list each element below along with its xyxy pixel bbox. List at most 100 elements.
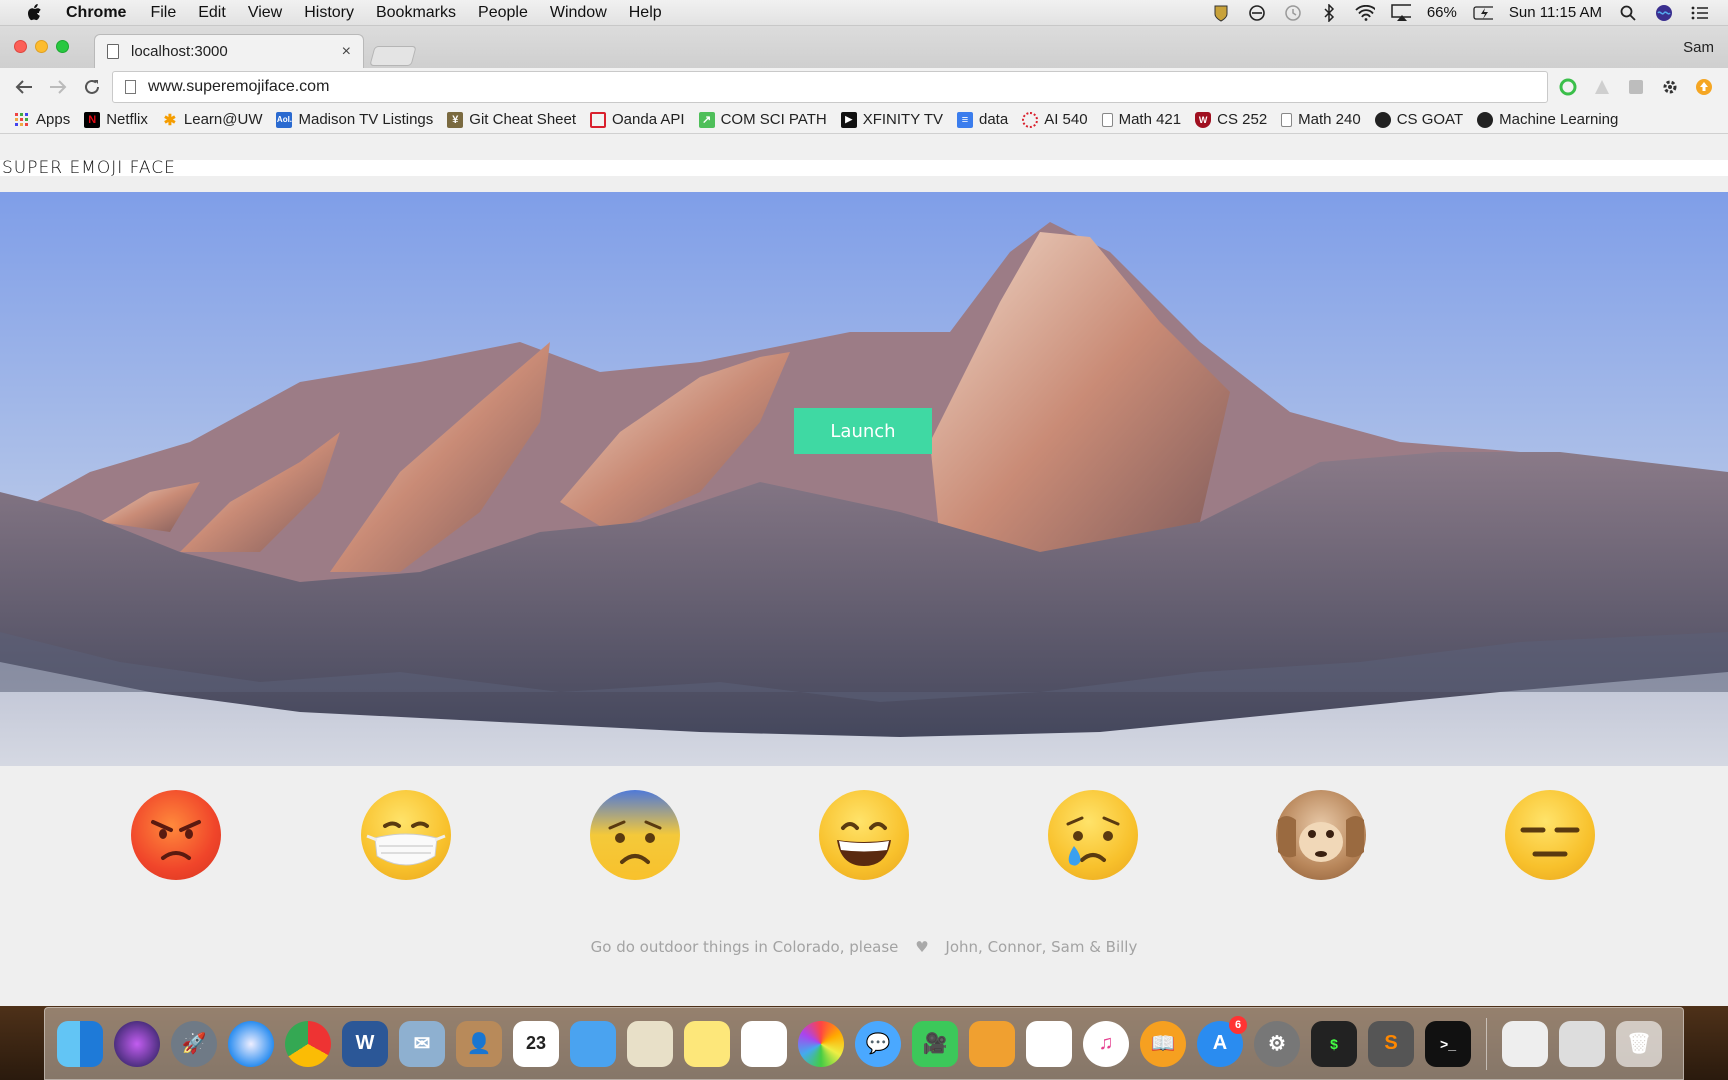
keynote-icon[interactable] (570, 1020, 616, 1067)
airplay-icon[interactable] (1391, 3, 1411, 22)
forward-arrow-icon[interactable] (44, 73, 72, 101)
calendar-icon[interactable]: 23 (513, 1020, 559, 1067)
facetime-icon[interactable]: 🎥 (912, 1020, 958, 1067)
address-bar[interactable]: www.superemojiface.com (112, 71, 1548, 103)
crying-face-icon[interactable] (1048, 790, 1138, 880)
bookmark-cs-goat[interactable]: CS GOAT (1374, 111, 1463, 128)
bookmark-label: Machine Learning (1499, 111, 1619, 128)
github-icon (1374, 111, 1391, 128)
angry-face-icon[interactable] (131, 790, 221, 880)
menu-bookmarks[interactable]: Bookmarks (376, 4, 456, 22)
bookmark-xfinity-tv[interactable]: ▶ XFINITY TV (840, 111, 943, 128)
app-store-badge: 6 (1229, 1015, 1247, 1034)
terminal-icon[interactable]: >_ (1425, 1020, 1471, 1067)
bookmark-label: Math 421 (1118, 111, 1182, 128)
app-store-icon[interactable]: A 6 (1197, 1015, 1247, 1067)
emoji-row (0, 790, 1728, 890)
expressionless-face-icon[interactable] (1505, 790, 1595, 880)
grinning-face-icon[interactable] (819, 790, 909, 880)
bookmark-label: Oanda API (612, 111, 685, 128)
siri-icon[interactable] (1654, 4, 1674, 22)
extension-gray-icon[interactable] (1590, 75, 1614, 99)
bookmark-oanda-api[interactable]: Oanda API (590, 111, 685, 128)
anxious-face-with-sweat-icon[interactable] (590, 790, 680, 880)
finder-icon[interactable] (57, 1020, 103, 1067)
terminal-green-icon[interactable]: $ (1311, 1020, 1357, 1067)
extension-puzzle-icon[interactable] (1624, 75, 1648, 99)
extension-green-icon[interactable] (1556, 75, 1580, 99)
battery-charging-icon[interactable] (1473, 4, 1493, 22)
tab-title: localhost:3000 (131, 43, 228, 60)
safari-icon[interactable] (228, 1020, 274, 1067)
numbers-icon[interactable] (1026, 1020, 1072, 1067)
contacts-icon[interactable]: 👤 (456, 1020, 502, 1067)
bookmark-madison-tv[interactable]: Aol. Madison TV Listings (276, 111, 433, 128)
siri-icon[interactable] (114, 1020, 160, 1067)
tab-close-icon[interactable]: × (342, 43, 351, 61)
launch-button[interactable]: Launch (794, 408, 932, 454)
trash-icon[interactable]: 🗑 (1616, 1020, 1662, 1067)
bookmark-math-240[interactable]: Math 240 (1281, 111, 1361, 128)
preview-icon[interactable] (627, 1020, 673, 1067)
menu-people[interactable]: People (478, 4, 528, 22)
do-not-disturb-icon[interactable] (1247, 4, 1267, 22)
system-preferences-icon[interactable]: ⚙ (1254, 1020, 1300, 1067)
tab-localhost[interactable]: localhost:3000 × (94, 34, 364, 68)
bluetooth-icon[interactable] (1319, 3, 1339, 22)
bookmark-ai-540[interactable]: AI 540 (1022, 111, 1088, 128)
close-window-button[interactable] (14, 40, 27, 53)
new-tab-button[interactable] (369, 46, 417, 66)
bookmark-data[interactable]: ≡ data (957, 111, 1008, 128)
menu-history[interactable]: History (304, 4, 354, 22)
zoom-window-button[interactable] (56, 40, 69, 53)
mail-icon[interactable]: ✉ (399, 1020, 445, 1067)
minimize-window-button[interactable] (35, 40, 48, 53)
chrome-icon[interactable] (285, 1020, 331, 1067)
bookmark-com-sci-path[interactable]: ↗ COM SCI PATH (698, 111, 827, 128)
bookmark-machine-learning[interactable]: Machine Learning (1477, 111, 1618, 128)
google-docs-icon: ≡ (957, 111, 973, 128)
menu-edit[interactable]: Edit (198, 4, 226, 22)
spotlight-search-icon[interactable] (1618, 4, 1638, 22)
notification-center-icon[interactable] (1690, 4, 1710, 22)
apple-menu-icon[interactable] (24, 3, 44, 23)
bookmark-cs-252[interactable]: W CS 252 (1195, 111, 1267, 128)
bookmark-apps[interactable]: Apps (14, 111, 70, 128)
itunes-icon[interactable]: ♫ (1083, 1020, 1129, 1067)
shield-extension-icon[interactable] (1211, 4, 1231, 22)
profile-name[interactable]: Sam (1683, 39, 1714, 56)
hear-no-evil-monkey-icon[interactable] (1276, 790, 1366, 880)
reminders-icon[interactable] (741, 1020, 787, 1067)
bookmark-git-cheat-sheet[interactable]: ¥ Git Cheat Sheet (447, 111, 576, 128)
bookmark-netflix[interactable]: N Netflix (84, 111, 148, 128)
url-text[interactable]: www.superemojiface.com (148, 78, 329, 96)
photos-icon[interactable] (798, 1020, 844, 1067)
menu-file[interactable]: File (150, 4, 176, 22)
zip-archive-icon[interactable] (1502, 1020, 1548, 1067)
launchpad-icon[interactable]: 🚀 (171, 1020, 217, 1067)
reload-icon[interactable] (78, 73, 106, 101)
menu-window[interactable]: Window (550, 4, 607, 22)
downloads-stack-icon[interactable] (1559, 1020, 1605, 1067)
apps-grid-icon (14, 112, 30, 128)
update-arrow-icon[interactable] (1692, 75, 1716, 99)
time-machine-icon[interactable] (1283, 4, 1303, 22)
menu-view[interactable]: View (248, 4, 282, 22)
bookmark-learn-uw[interactable]: ✱ Learn@UW (162, 111, 263, 129)
footer-authors: John, Connor, Sam & Billy (945, 938, 1138, 956)
notes-icon[interactable] (684, 1020, 730, 1067)
ibooks-icon[interactable]: 📖 (1140, 1020, 1186, 1067)
settings-gear-icon[interactable] (1658, 75, 1682, 99)
uw-crest-icon: W (1195, 111, 1212, 128)
word-icon[interactable]: W (342, 1020, 388, 1067)
pages-icon[interactable] (969, 1020, 1015, 1067)
back-arrow-icon[interactable] (10, 73, 38, 101)
sublime-text-icon[interactable]: S (1368, 1020, 1414, 1067)
messages-icon[interactable]: 💬 (855, 1020, 901, 1067)
wifi-icon[interactable] (1355, 4, 1375, 22)
bookmark-math-421[interactable]: Math 421 (1101, 111, 1182, 128)
menu-clock[interactable]: Sun 11:15 AM (1509, 4, 1602, 21)
menu-app-chrome[interactable]: Chrome (66, 4, 126, 22)
face-with-medical-mask-icon[interactable] (361, 790, 451, 880)
menu-help[interactable]: Help (629, 4, 662, 22)
